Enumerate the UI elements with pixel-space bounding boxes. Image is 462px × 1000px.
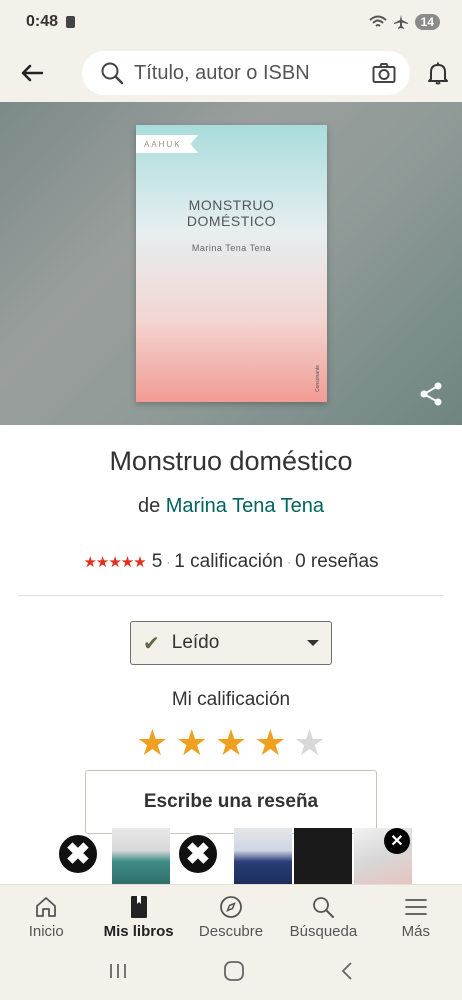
search-icon bbox=[101, 62, 124, 85]
nav-label: Descubre bbox=[198, 923, 264, 940]
rating-star-2[interactable]: ★ bbox=[176, 722, 208, 764]
nav-item-descubre[interactable]: Descubre bbox=[185, 885, 277, 946]
ad-close-icon[interactable]: ✖ bbox=[56, 832, 100, 876]
average-rating-stars: ★★★★★ bbox=[83, 554, 146, 571]
cover-title: MONSTRUO DOMÉSTICO bbox=[136, 197, 327, 229]
cover-author: Marina Tena Tena bbox=[191, 243, 272, 253]
cover-publisher-tag: AAHUK bbox=[136, 135, 198, 153]
book-cover-hero: AAHUK MONSTRUO DOMÉSTICO Marina Tena Ten… bbox=[0, 102, 462, 425]
caret-down-icon bbox=[307, 640, 319, 646]
search-icon bbox=[311, 894, 335, 920]
nav-label: Más bbox=[401, 923, 430, 940]
arrow-left-icon bbox=[21, 64, 43, 82]
rating-star-1[interactable]: ★ bbox=[136, 722, 168, 764]
bell-icon bbox=[428, 62, 448, 85]
nav-label: Mis libros bbox=[103, 923, 174, 940]
status-icons: 14 bbox=[368, 14, 440, 30]
cover-publisher-mark: Consonante bbox=[315, 365, 321, 392]
camera-icon[interactable] bbox=[372, 62, 396, 84]
nav-item-mas[interactable]: Más bbox=[370, 885, 462, 946]
home-button[interactable] bbox=[223, 960, 245, 987]
share-icon bbox=[420, 382, 442, 406]
search-box[interactable]: Título, autor o ISBN bbox=[82, 51, 410, 95]
book-icon bbox=[128, 894, 150, 920]
nav-label: Inicio bbox=[28, 923, 64, 940]
ad-product-image[interactable] bbox=[234, 828, 292, 884]
status-bar: 0:48 14 bbox=[0, 0, 462, 44]
ad-close-icon[interactable]: ✕ bbox=[384, 828, 410, 854]
rating-star-3[interactable]: ★ bbox=[215, 722, 247, 764]
search-input[interactable]: Título, autor o ISBN bbox=[134, 62, 372, 85]
lock-icon bbox=[66, 16, 76, 28]
compass-icon bbox=[219, 894, 243, 920]
ad-close-icon[interactable]: ✖ bbox=[176, 832, 220, 876]
book-cover[interactable]: AAHUK MONSTRUO DOMÉSTICO Marina Tena Ten… bbox=[136, 125, 327, 402]
bottom-nav: Inicio Mis libros Descubre Búsqueda Más bbox=[0, 884, 462, 946]
battery-indicator: 14 bbox=[414, 14, 440, 30]
rating-star-4[interactable]: ★ bbox=[254, 722, 286, 764]
author-prefix: de bbox=[137, 495, 161, 517]
ad-product-image[interactable] bbox=[112, 828, 170, 884]
system-back-button[interactable] bbox=[340, 961, 354, 986]
average-rating-value: 5 bbox=[151, 551, 163, 572]
my-rating-stars: ★ ★ ★ ★ ★ bbox=[0, 722, 462, 764]
home-icon bbox=[34, 894, 58, 920]
share-button[interactable] bbox=[418, 381, 444, 407]
back-button[interactable] bbox=[12, 53, 52, 93]
author-link[interactable]: Marina Tena Tena bbox=[166, 495, 324, 517]
ratings-count: 1 calificación bbox=[174, 551, 284, 572]
ad-product-image[interactable] bbox=[294, 828, 352, 884]
nav-item-inicio[interactable]: Inicio bbox=[0, 885, 92, 946]
divider bbox=[18, 595, 444, 596]
menu-icon bbox=[404, 894, 428, 920]
cover-title-line1: MONSTRUO bbox=[188, 197, 275, 213]
rating-summary[interactable]: ★★★★★ 5 · 1 calificación · 0 reseñas bbox=[0, 551, 462, 573]
shelf-dropdown[interactable]: ✔ Leído bbox=[130, 621, 332, 665]
reviews-count: 0 reseñas bbox=[295, 551, 379, 572]
chevron-left-icon bbox=[342, 961, 352, 980]
nav-item-busqueda[interactable]: Búsqueda bbox=[277, 885, 369, 946]
ad-banner[interactable]: ✖ ✖ ✕ bbox=[56, 826, 412, 884]
system-nav-bar bbox=[0, 946, 462, 1000]
status-time: 0:48 bbox=[26, 13, 59, 30]
separator-dot: · bbox=[166, 555, 171, 569]
home-circle-icon bbox=[224, 960, 244, 981]
wifi-icon bbox=[368, 15, 387, 27]
cover-title-line2: DOMÉSTICO bbox=[186, 213, 277, 229]
recent-apps-icon bbox=[109, 963, 126, 978]
airplane-icon bbox=[393, 15, 408, 29]
book-author-line: de Marina Tena Tena bbox=[0, 495, 462, 518]
top-bar: Título, autor o ISBN bbox=[0, 44, 462, 102]
notifications-button[interactable] bbox=[418, 53, 458, 93]
book-title: Monstruo doméstico bbox=[109, 446, 353, 476]
check-icon: ✔ bbox=[143, 632, 160, 655]
rating-star-5[interactable]: ★ bbox=[293, 722, 325, 764]
separator-dot: · bbox=[287, 555, 292, 569]
nav-item-mis-libros[interactable]: Mis libros bbox=[92, 885, 184, 946]
nav-label: Búsqueda bbox=[289, 923, 358, 940]
write-review-button[interactable]: Escribe una reseña bbox=[85, 770, 377, 834]
recent-apps-button[interactable] bbox=[108, 962, 128, 985]
my-rating-label: Mi calificación bbox=[171, 689, 291, 710]
shelf-label: Leído bbox=[171, 632, 220, 653]
